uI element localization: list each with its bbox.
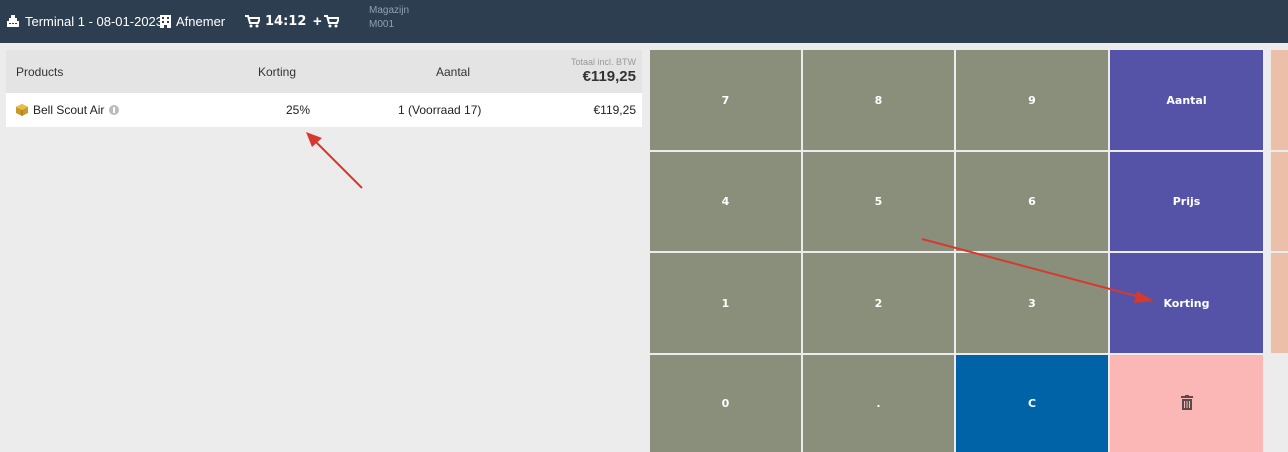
add-cart-button[interactable]: + <box>313 0 344 43</box>
keypad: 7 8 9 Aantal 4 5 6 Prijs 1 2 3 Korting 0… <box>650 50 1288 452</box>
delete-button[interactable] <box>1110 355 1263 452</box>
customer-label: Afnemer <box>176 14 226 29</box>
key-1[interactable]: 1 <box>650 253 801 353</box>
side-action-button[interactable] <box>1271 50 1288 150</box>
key-6[interactable]: 6 <box>956 152 1108 251</box>
cart-icon <box>245 15 260 28</box>
cart-icon <box>323 15 339 28</box>
header-korting: Korting <box>258 64 297 79</box>
discount-cell: 25% <box>286 103 311 117</box>
top-bar: Terminal 1 - 08-01-2023 Afnemer 14:12 + … <box>0 0 1288 43</box>
trash-icon <box>1180 394 1193 413</box>
key-8[interactable]: 8 <box>803 50 954 150</box>
key-7[interactable]: 7 <box>650 50 801 150</box>
warehouse-info[interactable]: Magazijn M001 <box>369 4 409 32</box>
warehouse-label: Magazijn <box>369 5 410 16</box>
customer-selector[interactable]: Afnemer <box>160 0 225 43</box>
side-action-button[interactable] <box>1271 253 1288 353</box>
product-name-cell: Bell Scout Air <box>16 93 120 127</box>
key-9[interactable]: 9 <box>956 50 1108 150</box>
aantal-button[interactable]: Aantal <box>1110 50 1263 150</box>
terminal-selector[interactable]: Terminal 1 - 08-01-2023 <box>6 0 163 43</box>
key-4[interactable]: 4 <box>650 152 801 251</box>
cart-button[interactable]: 14:12 <box>245 0 306 43</box>
total-value: €119,25 <box>582 68 636 85</box>
price-cell: €119,25 <box>593 103 637 117</box>
key-0[interactable]: 0 <box>650 355 801 452</box>
key-5[interactable]: 5 <box>803 152 954 251</box>
terminal-label: Terminal 1 - 08-01-2023 <box>25 14 164 29</box>
add-cart-label: + <box>313 13 322 30</box>
key-3[interactable]: 3 <box>956 253 1108 353</box>
quantity-cell: 1 (Voorraad 17) <box>398 103 482 117</box>
side-action-button[interactable] <box>1271 152 1288 251</box>
korting-button[interactable]: Korting <box>1110 253 1263 353</box>
product-name: Bell Scout Air <box>33 103 105 117</box>
info-icon[interactable] <box>109 105 120 115</box>
clear-button[interactable]: C <box>956 355 1108 452</box>
key-dot[interactable]: . <box>803 355 954 452</box>
key-2[interactable]: 2 <box>803 253 954 353</box>
order-panel: Products Korting Aantal Totaal incl. BTW… <box>6 50 642 452</box>
total-caption: Totaal incl. BTW <box>570 57 636 67</box>
building-icon <box>160 15 171 28</box>
table-header: Products Korting Aantal Totaal incl. BTW… <box>6 50 642 93</box>
header-products: Products <box>16 64 64 79</box>
cash-register-icon <box>6 15 20 28</box>
prijs-button[interactable]: Prijs <box>1110 152 1263 251</box>
header-total: Totaal incl. BTW €119,25 <box>571 50 636 93</box>
header-aantal: Aantal <box>436 64 471 79</box>
warehouse-value: M001 <box>369 19 395 30</box>
box-icon <box>16 104 28 116</box>
cart-time: 14:12 <box>265 14 307 29</box>
table-row[interactable]: Bell Scout Air 25% 1 (Voorraad 17) €119,… <box>6 93 642 127</box>
